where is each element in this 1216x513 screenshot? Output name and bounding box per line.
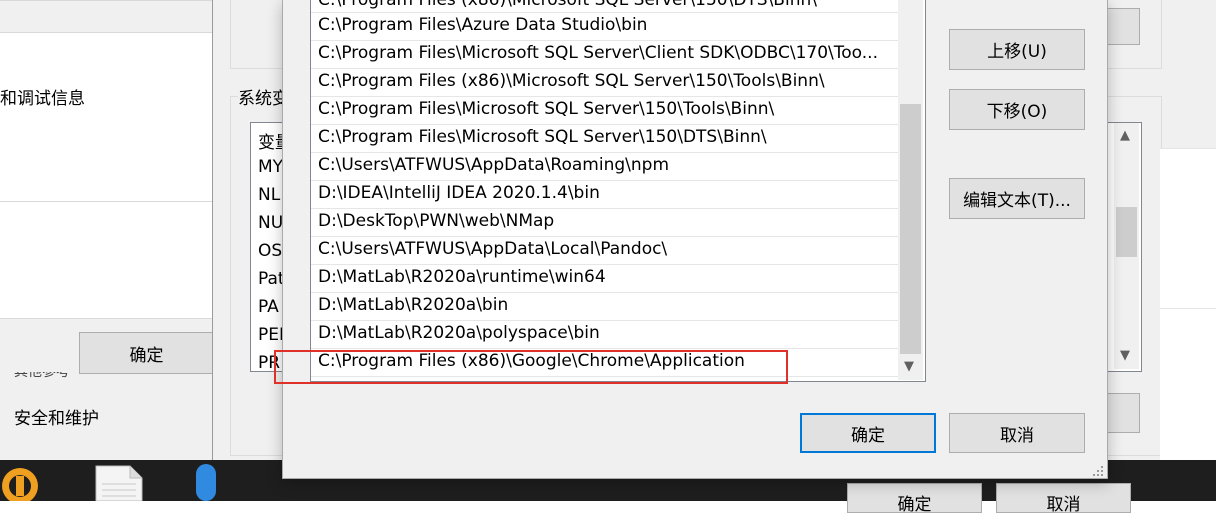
cancel-button[interactable]: 取消 — [949, 413, 1085, 453]
divider — [1160, 308, 1216, 309]
chevron-down-icon[interactable]: ▼ — [904, 359, 914, 374]
partial-heading: 其他参考 — [14, 372, 70, 380]
path-item[interactable]: D:\MatLab\R2020a\runtime\win64 — [318, 267, 606, 287]
variable-row[interactable]: NL — [258, 185, 280, 205]
variable-row[interactable]: NU — [258, 213, 283, 233]
divider — [311, 236, 898, 237]
divider — [311, 292, 898, 293]
divider — [311, 124, 898, 125]
path-item[interactable]: C:\Program Files\Microsoft SQL Server\15… — [318, 99, 774, 119]
chevron-down-icon[interactable]: ▼ — [1120, 348, 1130, 363]
divider — [311, 96, 898, 97]
overwatch-icon[interactable] — [0, 462, 48, 506]
path-list-scroll-thumb[interactable] — [900, 104, 921, 354]
variable-row[interactable]: OS — [258, 241, 282, 261]
variable-row[interactable]: PEI — [258, 325, 284, 345]
info-panel — [0, 33, 214, 201]
divider — [311, 12, 898, 13]
resize-grip-icon[interactable] — [1092, 462, 1104, 476]
path-item[interactable]: D:\IDEA\IntelliJ IDEA 2020.1.4\bin — [318, 183, 600, 203]
path-item[interactable]: D:\MatLab\R2020a\bin — [318, 295, 508, 315]
divider — [311, 320, 898, 321]
path-item[interactable]: C:\Program Files (x86)\Microsoft SQL Ser… — [318, 71, 825, 91]
divider — [311, 40, 898, 41]
divider — [311, 348, 898, 349]
app-icon[interactable] — [196, 462, 216, 506]
background-panel — [1160, 148, 1216, 460]
divider — [311, 180, 898, 181]
divider — [311, 264, 898, 265]
info-panel-lower — [0, 202, 214, 318]
path-item[interactable]: C:\Program Files\Microsoft SQL Server\Cl… — [318, 43, 878, 63]
path-item[interactable]: C:\Program Files\Microsoft SQL Server\15… — [318, 127, 767, 147]
env-ok-button[interactable]: 确定 — [847, 483, 982, 513]
path-item[interactable]: D:\MatLab\R2020a\polyspace\bin — [318, 323, 600, 343]
highlight-annotation — [274, 350, 788, 384]
path-item[interactable]: D:\DeskTop\PWN\web\NMap — [318, 211, 554, 231]
chevron-up-icon[interactable]: ▲ — [1120, 128, 1130, 143]
security-maintenance-link[interactable]: 安全和维护 — [14, 404, 99, 429]
divider — [0, 201, 214, 202]
variable-row[interactable]: PA — [258, 297, 279, 317]
debug-info-text: 和调试信息 — [0, 89, 85, 109]
path-item[interactable]: C:\Users\ATFWUS\AppData\Roaming\npm — [318, 155, 669, 175]
document-icon[interactable] — [94, 462, 146, 506]
divider — [311, 68, 898, 69]
path-item[interactable]: C:\Program Files (x86)\Microsoft SQL Ser… — [318, 0, 817, 10]
variable-row[interactable]: MY — [258, 157, 283, 177]
background-ok-button[interactable]: 确定 — [79, 332, 214, 374]
divider — [311, 208, 898, 209]
path-item[interactable]: C:\Program Files\Azure Data Studio\bin — [318, 15, 647, 35]
divider — [311, 152, 898, 153]
path-item[interactable]: C:\Users\ATFWUS\AppData\Local\Pandoc\ — [318, 239, 667, 259]
divider — [1160, 148, 1216, 149]
divider — [0, 32, 214, 33]
edit-text-button[interactable]: 编辑文本(T)... — [949, 178, 1085, 219]
move-down-button[interactable]: 下移(O) — [949, 89, 1085, 130]
move-up-button[interactable]: 上移(U) — [949, 29, 1085, 70]
variable-row[interactable]: Pat — [258, 269, 285, 289]
env-cancel-button[interactable]: 取消 — [996, 483, 1131, 513]
divider — [0, 318, 214, 319]
ok-button[interactable]: 确定 — [800, 413, 936, 453]
system-list-scroll-thumb[interactable] — [1116, 207, 1137, 257]
divider — [0, 0, 214, 1]
